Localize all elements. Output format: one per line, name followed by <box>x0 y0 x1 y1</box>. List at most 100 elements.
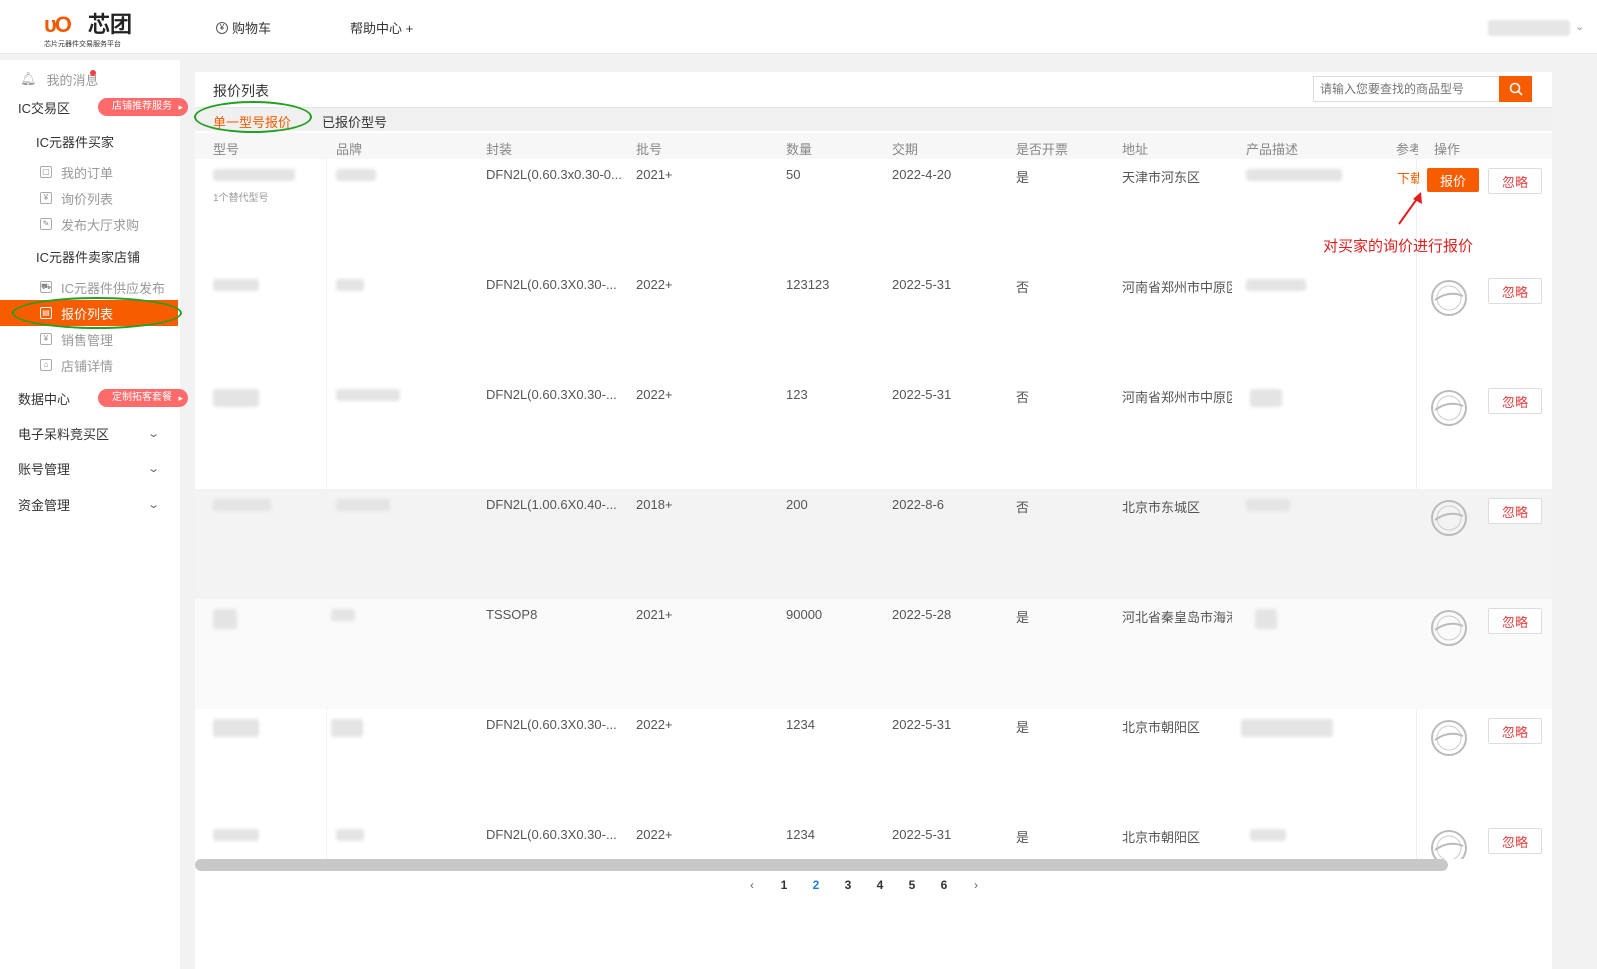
sidebar-item-label: 我的订单 <box>61 165 114 181</box>
col-package: 封装 <box>486 142 513 157</box>
ignore-button[interactable]: 忽略 <box>1488 608 1542 634</box>
site-logo[interactable]: ᴜO 芯团 芯片元器件交易服务平台 <box>44 12 140 48</box>
quoted-stamp-icon <box>1431 720 1467 756</box>
sidebar-item-shop-detail[interactable]: ⌂ 店铺详情 <box>0 352 180 378</box>
cell-batch: 2021+ <box>636 167 673 182</box>
annotation-text: 对买家的询价进行报价 <box>1323 238 1474 255</box>
cell-invoice: 否 <box>1016 280 1030 295</box>
ignore-button[interactable]: 忽略 <box>1488 498 1542 524</box>
sidebar-item-sales-mgmt[interactable]: ¥ 销售管理 <box>0 326 180 352</box>
search-input[interactable] <box>1313 76 1499 102</box>
alt-model-count[interactable]: 1个替代型号 <box>213 189 269 204</box>
search-button[interactable] <box>1499 76 1532 102</box>
cell-address: 河北省秦皇岛市海港 <box>1122 610 1232 625</box>
pagination-page[interactable]: 5 <box>905 878 919 892</box>
brand-redacted <box>331 719 363 737</box>
sidebar-section-funds[interactable]: 资金管理 ⌄ <box>0 491 180 517</box>
chevron-down-icon: ⌄ <box>146 498 160 511</box>
logo-subtitle: 芯片元器件交易服务平台 <box>44 41 121 48</box>
sidebar-item-publish-hall[interactable]: ✎ 发布大厅求购 <box>0 211 180 237</box>
description-redacted <box>1250 389 1282 407</box>
ignore-button[interactable]: 忽略 <box>1488 828 1542 854</box>
sidebar-item-label: 报价列表 <box>61 306 114 322</box>
ignore-button[interactable]: 忽略 <box>1488 388 1542 414</box>
sidebar-item-label: 发布大厅求购 <box>61 217 140 233</box>
pagination-page-current[interactable]: 2 <box>809 878 823 892</box>
description-redacted <box>1255 609 1277 629</box>
cell-quantity: 50 <box>786 167 801 182</box>
sidebar-item-supply-publish[interactable]: ⛟ IC元器件供应发布 <box>0 274 180 300</box>
cell-package: DFN2L(0.60.3X0.30-... <box>486 827 617 842</box>
sidebar-item-label: 店铺详情 <box>61 358 114 374</box>
model-redacted <box>213 279 259 291</box>
cell-package: DFN2L(0.60.3X0.30-... <box>486 717 617 732</box>
col-invoice: 是否开票 <box>1016 142 1069 157</box>
search-icon <box>1509 82 1523 96</box>
tab-single-model-quote[interactable]: 单一型号报价 <box>213 112 291 131</box>
cell-address: 河南省郑州市中原区 <box>1122 280 1232 295</box>
cell-quantity: 90000 <box>786 607 823 622</box>
sidebar-item-label: 销售管理 <box>61 332 114 348</box>
chevron-down-icon[interactable]: ⌄ <box>1575 20 1584 33</box>
cell-delivery: 2022-5-31 <box>892 277 952 292</box>
user-account-menu[interactable] <box>1488 20 1570 36</box>
sidebar-section-label: 电子呆料竞买区 <box>18 426 110 442</box>
cell-invoice: 是 <box>1016 830 1030 845</box>
cell-batch: 2022+ <box>636 717 673 732</box>
pagination-page[interactable]: 3 <box>841 878 855 892</box>
shop-recommend-tag[interactable]: 店铺推荐服务 <box>98 98 188 116</box>
ignore-button[interactable]: 忽略 <box>1488 718 1542 744</box>
sidebar-section-label: 账号管理 <box>18 461 71 477</box>
sidebar-section-ic-zone[interactable]: IC交易区 店铺推荐服务 <box>0 94 188 120</box>
sidebar-item-quote-list[interactable]: ▤ 报价列表 <box>0 300 178 326</box>
ignore-button[interactable]: 忽略 <box>1488 168 1542 194</box>
pagination-next[interactable]: › <box>969 878 983 892</box>
cell-delivery: 2022-5-31 <box>892 827 952 842</box>
cell-address: 北京市朝阳区 <box>1122 720 1201 735</box>
cell-delivery: 2022-5-28 <box>892 607 952 622</box>
annotation-arrow-icon <box>1398 192 1422 225</box>
cell-package: DFN2L(0.60.3X0.30-... <box>486 277 617 292</box>
brand-redacted <box>336 829 364 841</box>
pagination-prev[interactable]: ‹ <box>745 878 759 892</box>
cell-address: 河南省郑州市中原区 <box>1122 390 1232 405</box>
sidebar-section-e-bidding[interactable]: 电子呆料竞买区 ⌄ <box>0 420 180 446</box>
logo-name: 芯团 <box>88 12 133 37</box>
sidebar-section-data-center[interactable]: 数据中心 定制拓客套餐 <box>0 385 188 411</box>
sidebar-item-my-orders[interactable]: ▢ 我的订单 <box>0 159 180 185</box>
chevron-down-icon: ⌄ <box>146 427 160 440</box>
horizontal-scrollbar[interactable] <box>195 859 1448 871</box>
quote-button[interactable]: 报价 <box>1427 168 1479 192</box>
sidebar-section-account[interactable]: 账号管理 ⌄ <box>0 455 180 481</box>
ignore-button[interactable]: 忽略 <box>1488 278 1542 304</box>
pagination-page[interactable]: 4 <box>873 878 887 892</box>
reference-download-link[interactable]: 下载 <box>1397 168 1419 187</box>
description-redacted <box>1246 499 1290 511</box>
nav-help-link[interactable]: 帮助中心 + <box>350 18 413 37</box>
tab-bar: 单一型号报价 已报价型号 <box>195 107 1552 131</box>
yen-list-icon: ¥ <box>40 192 52 204</box>
cell-package: TSSOP8 <box>486 607 538 622</box>
cell-package: DFN2L(1.00.6X0.40-... <box>486 497 617 512</box>
cell-quantity: 1234 <box>786 827 815 842</box>
table-row: DFN2L(1.00.6X0.40-... 2018+ 200 2022-8-6… <box>195 489 1552 599</box>
nav-cart-link[interactable]: ¥ 购物车 <box>216 18 271 37</box>
table-header: 型号 品牌 封装 批号 数量 交期 是否开票 地址 产品描述 参考 操作 <box>195 133 1552 159</box>
page-title: 报价列表 <box>213 83 269 99</box>
cell-invoice: 是 <box>1016 720 1030 735</box>
sidebar-item-messages[interactable]: 🔔︎ 我的消息 <box>0 66 180 92</box>
cell-batch: 2021+ <box>636 607 673 622</box>
sidebar-item-inquiry-list[interactable]: ¥ 询价列表 <box>0 185 180 211</box>
sidebar-section-label: IC交易区 <box>18 100 71 116</box>
cell-address: 北京市东城区 <box>1122 500 1201 515</box>
custom-package-tag[interactable]: 定制拓客套餐 <box>98 389 188 407</box>
main-panel: 报价列表 单一型号报价 已报价型号 型号 品牌 封装 批号 数量 交期 是否开票… <box>195 72 1552 969</box>
chevron-down-icon: ⌄ <box>146 462 160 475</box>
cell-delivery: 2022-5-31 <box>892 387 952 402</box>
pagination-page[interactable]: 6 <box>937 878 951 892</box>
cell-address: 北京市朝阳区 <box>1122 830 1201 845</box>
col-brand: 品牌 <box>336 142 363 157</box>
pagination-page[interactable]: 1 <box>777 878 791 892</box>
col-actions: 操作 <box>1434 142 1461 157</box>
tab-quoted-models[interactable]: 已报价型号 <box>322 112 387 131</box>
